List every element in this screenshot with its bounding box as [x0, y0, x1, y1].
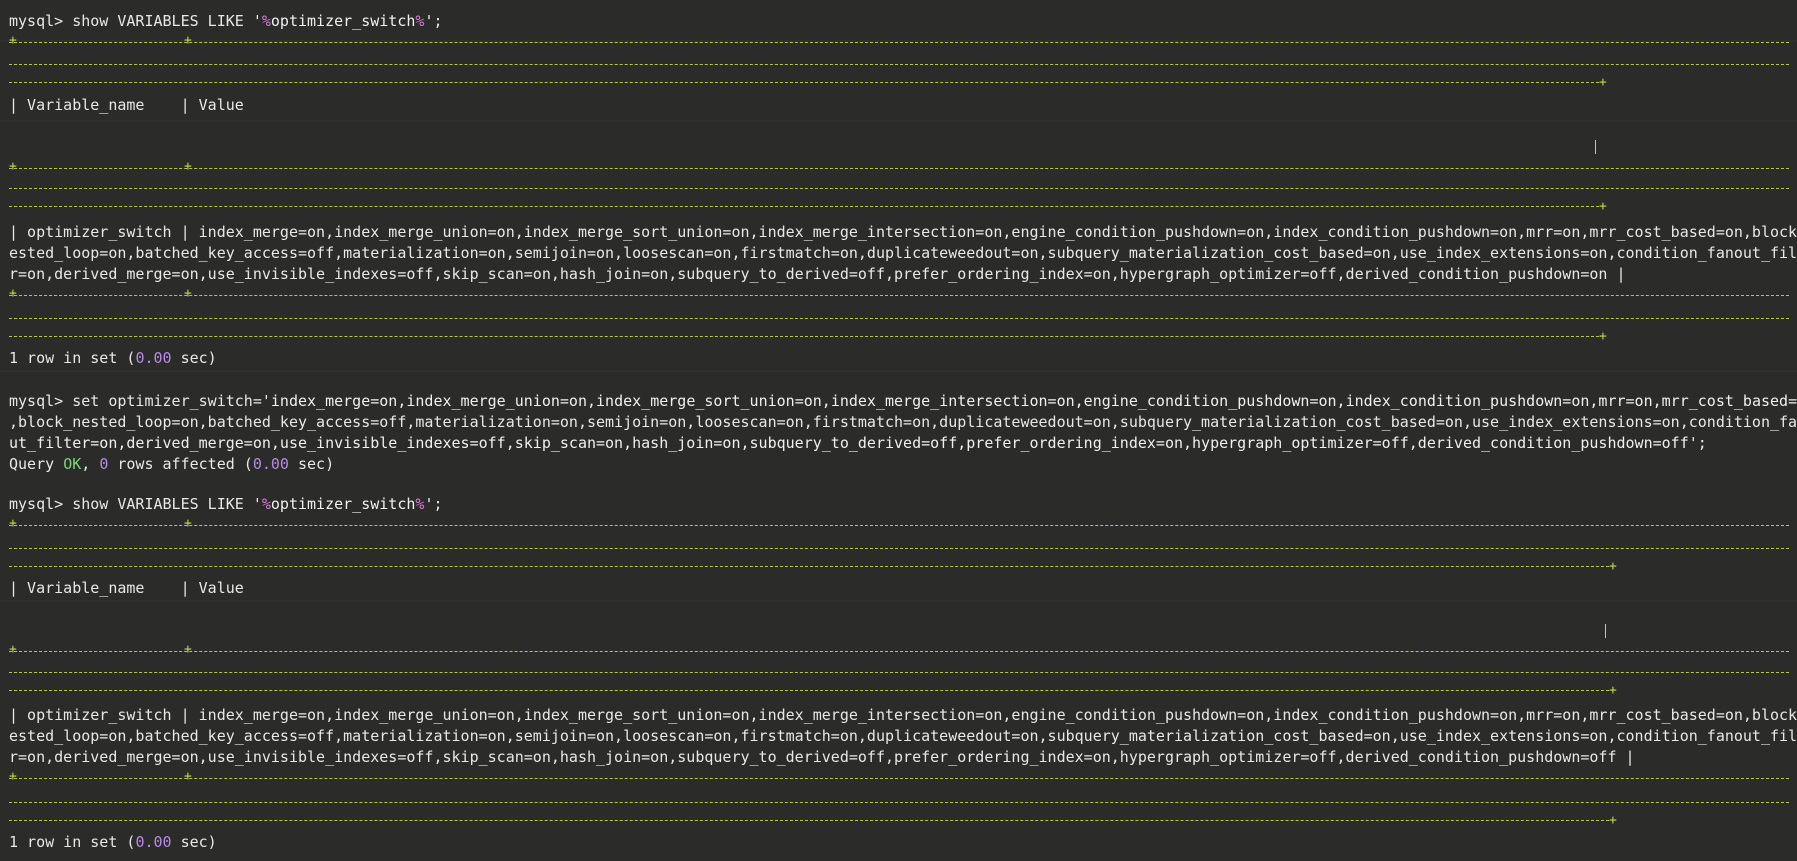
- wildcard: %: [261, 12, 271, 30]
- table-row: | optimizer_switch | index_merge=on,inde…: [9, 706, 1797, 724]
- table-corner: +: [1609, 559, 1617, 574]
- table-border: [9, 672, 1789, 673]
- table-corner: +: [184, 286, 192, 301]
- table-border: [9, 318, 1789, 319]
- table-corner: +: [1599, 329, 1607, 344]
- result-line: 1 row in set (0.00 sec): [9, 349, 217, 367]
- pattern-text: optimizer_switch: [270, 12, 416, 30]
- query-time: 0.00: [252, 455, 289, 473]
- prompt: mysql>: [9, 12, 64, 30]
- wildcard: %: [261, 495, 271, 513]
- table-row: | optimizer_switch | index_merge=on,inde…: [9, 223, 1797, 241]
- table-border: [9, 651, 1789, 652]
- command-line: mysql> show VARIABLES LIKE '%optimizer_s…: [9, 12, 443, 30]
- table-border: [9, 548, 1789, 549]
- table-row-wrap: r=on,derived_merge=on,use_invisible_inde…: [9, 265, 1626, 283]
- command-text: show VARIABLES LIKE: [72, 495, 253, 513]
- set-result-line: Query OK, 0 rows affected (0.00 sec): [9, 455, 335, 473]
- command-text: show VARIABLES LIKE: [72, 12, 253, 30]
- terminal-output[interactable]: mysql> show VARIABLES LIKE '%optimizer_s…: [9, 0, 1797, 861]
- query-time: 0.00: [135, 349, 172, 367]
- table-border: [9, 64, 1789, 65]
- table-header: | Variable_name | Value: [9, 579, 244, 597]
- rows-affected-count: 0: [99, 455, 109, 473]
- table-border: [9, 778, 1789, 779]
- table-border: [9, 525, 1789, 526]
- query-time: 0.00: [135, 833, 172, 851]
- prompt: mysql>: [9, 392, 64, 410]
- table-corner: +: [184, 33, 192, 48]
- table-border: [9, 566, 1609, 567]
- text-cursor-icon: [1595, 140, 1596, 154]
- table-corner: +: [184, 642, 192, 657]
- table-corner: +: [9, 642, 17, 657]
- table-row-wrap: ested_loop=on,batched_key_access=off,mat…: [9, 244, 1797, 262]
- table-corner: +: [9, 286, 17, 301]
- prompt: mysql>: [9, 495, 64, 513]
- set-command-line: mysql> set optimizer_switch='index_merge…: [9, 392, 1797, 410]
- set-command-wrap: ut_filter=on,derived_merge=on,use_invisi…: [9, 434, 1707, 452]
- table-border: [9, 42, 1789, 43]
- set-command-wrap: ,block_nested_loop=on,batched_key_access…: [9, 413, 1797, 431]
- table-corner: +: [184, 769, 192, 784]
- table-border: [9, 295, 1789, 296]
- table-corner: +: [1609, 683, 1617, 698]
- table-header: | Variable_name | Value: [9, 96, 244, 114]
- ok-status: OK: [63, 455, 82, 473]
- table-border: [9, 168, 1789, 169]
- table-corner: +: [1599, 199, 1607, 214]
- text-cursor-icon: [1605, 624, 1606, 638]
- table-border: [9, 82, 1599, 83]
- table-corner: +: [1609, 813, 1617, 828]
- table-corner: +: [9, 769, 17, 784]
- table-border: [9, 820, 1609, 821]
- table-corner: +: [1599, 75, 1607, 90]
- table-row-wrap: r=on,derived_merge=on,use_invisible_inde…: [9, 748, 1635, 766]
- table-border: [9, 336, 1599, 337]
- result-line: 1 row in set (0.00 sec): [9, 833, 217, 851]
- table-corner: +: [184, 159, 192, 174]
- table-border: [9, 802, 1789, 803]
- table-corner: +: [9, 516, 17, 531]
- pattern-text: optimizer_switch: [270, 495, 416, 513]
- table-border: [9, 690, 1609, 691]
- table-row-wrap: ested_loop=on,batched_key_access=off,mat…: [9, 727, 1797, 745]
- table-corner: +: [184, 516, 192, 531]
- table-border: [9, 188, 1789, 189]
- table-border: [9, 206, 1599, 207]
- table-corner: +: [9, 33, 17, 48]
- table-corner: +: [9, 159, 17, 174]
- command-line: mysql> show VARIABLES LIKE '%optimizer_s…: [9, 495, 443, 513]
